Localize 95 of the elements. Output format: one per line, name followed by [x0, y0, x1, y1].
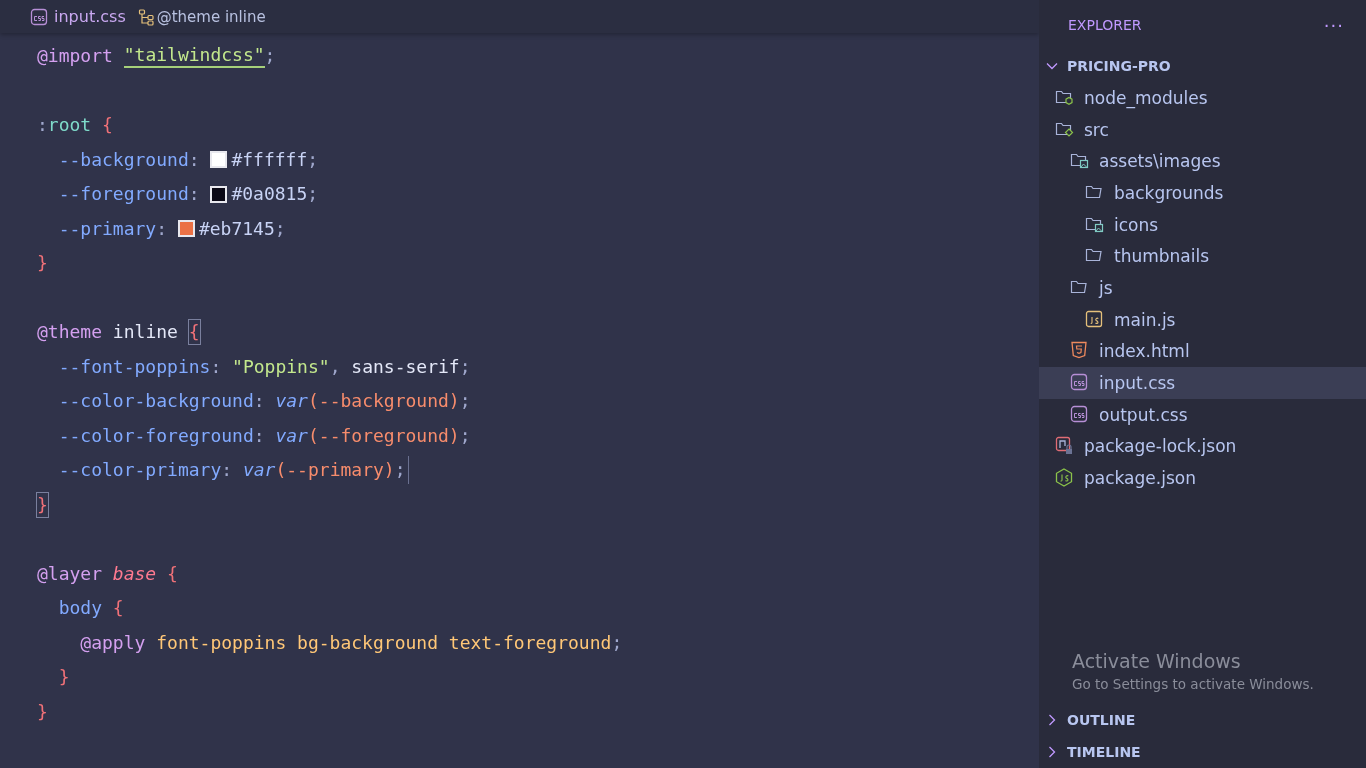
explorer-item[interactable]: node_modules [1039, 82, 1366, 114]
explorer-item[interactable]: main.js [1039, 303, 1366, 336]
code-token: @apply [79, 630, 147, 655]
code-token: #eb7145 [198, 216, 275, 241]
code-token: ( [307, 423, 319, 448]
code-token: } [37, 699, 48, 724]
code-token: ) [383, 458, 395, 483]
code-token: : [188, 147, 201, 172]
code-token: font-poppins bg-background text-foreground [156, 630, 612, 655]
code-token: ; [307, 147, 319, 172]
code-token: sans-serif [351, 354, 460, 379]
code-token: : [253, 423, 266, 448]
more-actions-button[interactable]: ··· [1323, 14, 1344, 36]
file-lock-icon [1055, 436, 1075, 457]
code-token: "Poppins" [232, 354, 330, 379]
code-token: : [188, 182, 201, 207]
css-file-icon [30, 7, 48, 26]
hexagon-js-icon [1055, 468, 1075, 489]
code-token: : [253, 389, 266, 414]
code-token: ; [459, 423, 471, 448]
code-token: --color-background [57, 389, 254, 414]
code-token: body [57, 596, 104, 621]
code-token: ) [448, 423, 460, 448]
code-token: --foreground [57, 182, 189, 207]
code-token[interactable]: "tailwindcss" [123, 44, 265, 69]
code-token: --background [318, 389, 449, 414]
css-file-icon [1070, 404, 1090, 425]
code-token: root [47, 113, 93, 138]
code-token: ; [264, 44, 276, 69]
code-token: base [112, 561, 158, 586]
code-token: } [37, 251, 48, 276]
code-token: var [242, 458, 276, 483]
explorer-item[interactable]: package-lock.json [1039, 430, 1366, 463]
code-token: } [37, 492, 48, 517]
color-swatch[interactable] [177, 220, 195, 238]
code-token: --background [57, 147, 189, 172]
code-token: --color-foreground [57, 423, 254, 448]
code-token: #ffffff [231, 147, 308, 172]
text-cursor [407, 456, 409, 485]
code-token: var [275, 389, 308, 414]
js-file-icon [1085, 309, 1105, 330]
code-token: : [156, 216, 169, 241]
code-token: ; [307, 182, 319, 207]
code-token: @theme [37, 320, 103, 345]
symbol-tree-icon [137, 7, 156, 26]
explorer-item[interactable]: package.json [1039, 462, 1366, 494]
code-token: --font-poppins [57, 354, 211, 379]
breadcrumb-file[interactable]: input.css [54, 7, 126, 26]
project-header[interactable]: PRICING-PRO [1039, 50, 1366, 82]
color-swatch[interactable] [210, 185, 228, 203]
code-token: : [37, 113, 48, 138]
code-token: --foreground [318, 423, 449, 448]
explorer-item[interactable]: output.css [1039, 398, 1366, 431]
code-token: ( [307, 389, 319, 414]
color-swatch[interactable] [210, 151, 228, 169]
code-token: inline [111, 320, 179, 345]
code-token: ( [275, 458, 287, 483]
code-token: @import [37, 44, 114, 69]
explorer-item[interactable]: icons [1039, 208, 1366, 241]
code-token: { [167, 561, 178, 586]
activation-text: Go to Settings to activate Windows. [1072, 676, 1315, 692]
code-token: var [275, 423, 308, 448]
code-token: { [188, 320, 200, 345]
explorer-item[interactable]: backgrounds [1039, 177, 1366, 209]
code-token: ; [459, 389, 471, 414]
code-token: ; [459, 354, 471, 379]
code-token: : [210, 354, 223, 379]
code-token: : [221, 458, 234, 483]
section-title: TIMELINE [1067, 744, 1141, 760]
code-token: } [57, 665, 70, 690]
explorer-item[interactable]: assets\images [1039, 145, 1366, 178]
code-token: @layer [37, 561, 104, 586]
code-token: { [112, 596, 124, 621]
explorer-item[interactable]: src [1039, 113, 1366, 146]
explorer-item[interactable]: thumbnails [1039, 240, 1366, 273]
code-token: ; [611, 630, 623, 655]
code-token: --primary [57, 216, 157, 241]
explorer-item[interactable]: index.html [1039, 335, 1366, 368]
code-token: --color-primary [57, 458, 222, 483]
code-token: ) [448, 389, 460, 414]
explorer-item[interactable]: js [1039, 272, 1366, 304]
project-name: PRICING-PRO [1067, 58, 1171, 74]
explorer-title: EXPLORER [1068, 17, 1142, 33]
section-header[interactable]: TIMELINE [1039, 736, 1366, 768]
code-token: ; [274, 216, 286, 241]
code-token: , [329, 354, 342, 379]
code-token: { [102, 113, 113, 138]
code-token: #0a0815 [231, 182, 308, 207]
code-token: ; [394, 458, 406, 483]
activation-title: Activate Windows [1072, 650, 1242, 672]
explorer-item[interactable]: input.css [1039, 367, 1366, 399]
section-title: OUTLINE [1067, 712, 1136, 728]
section-header[interactable]: OUTLINE [1039, 704, 1366, 736]
code-token: --primary [286, 458, 384, 483]
breadcrumb-symbol[interactable]: @theme inline [156, 7, 266, 26]
